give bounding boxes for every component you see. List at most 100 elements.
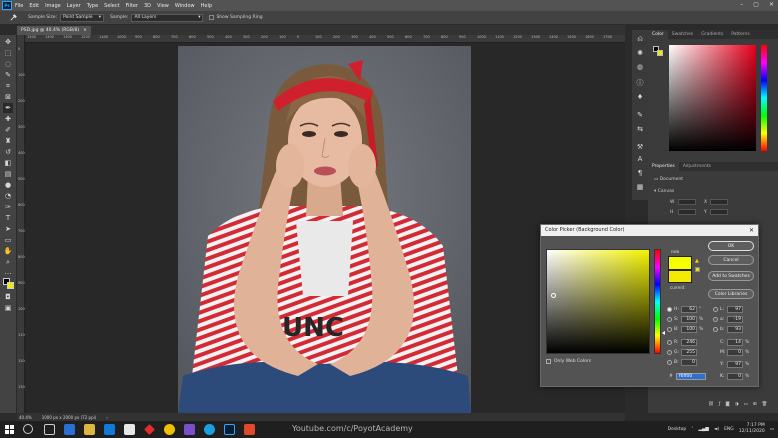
history-panel-icon[interactable]: ⎌ bbox=[635, 34, 645, 44]
menu-filter[interactable]: Filter bbox=[126, 3, 138, 9]
panel-background-swatch[interactable] bbox=[657, 50, 663, 56]
hue-slider[interactable] bbox=[654, 249, 661, 354]
green-radio[interactable] bbox=[667, 350, 672, 355]
gradient-tool-icon[interactable]: ▤ bbox=[3, 169, 13, 179]
menu-type[interactable]: Type bbox=[87, 3, 98, 9]
quick-select-tool-icon[interactable]: ✎ bbox=[3, 70, 13, 80]
lab-a-radio[interactable] bbox=[713, 317, 718, 322]
glyphs-panel-icon[interactable]: ▦ bbox=[635, 182, 645, 192]
eyedropper-tool-icon[interactable]: ✒ bbox=[3, 103, 13, 113]
tab-patterns[interactable]: Patterns bbox=[727, 30, 754, 39]
status-arrow-icon[interactable]: › bbox=[106, 415, 108, 420]
lab-a-input[interactable]: -19 bbox=[727, 316, 743, 323]
healing-brush-tool-icon[interactable]: ✚ bbox=[3, 114, 13, 124]
background-color-swatch[interactable] bbox=[7, 282, 14, 289]
menu-image[interactable]: Image bbox=[45, 3, 61, 9]
pen-tool-icon[interactable]: ✑ bbox=[3, 202, 13, 212]
red-input[interactable]: 246 bbox=[681, 339, 697, 346]
paragraph-panel-icon[interactable]: ¶ bbox=[635, 168, 645, 178]
tab-swatches[interactable]: Swatches bbox=[668, 30, 698, 39]
windows-start-icon[interactable] bbox=[4, 424, 15, 435]
photoshop-taskbar-icon[interactable] bbox=[224, 424, 235, 435]
cyan-input[interactable]: 14 bbox=[727, 339, 743, 346]
fx-icon[interactable]: ƒ bbox=[719, 402, 721, 407]
close-icon[interactable]: × bbox=[83, 28, 87, 33]
menu-file[interactable]: File bbox=[15, 3, 23, 9]
chevron-up-icon[interactable]: ˄ bbox=[691, 427, 693, 432]
saturation-brightness-field[interactable] bbox=[546, 249, 650, 354]
ok-button[interactable]: OK bbox=[708, 241, 754, 251]
volume-icon[interactable]: ◄) bbox=[714, 427, 719, 432]
rectangle-tool-icon[interactable]: ▭ bbox=[3, 235, 13, 245]
adjustment-icon[interactable]: ◑ bbox=[735, 402, 739, 407]
clock[interactable]: 7:17 PM 12/11/2020 bbox=[739, 423, 765, 435]
color-field-cursor[interactable] bbox=[551, 293, 556, 298]
add-to-swatches-button[interactable]: Add to Swatches bbox=[708, 271, 754, 281]
chrome-taskbar-icon[interactable] bbox=[164, 424, 175, 435]
lab-l-input[interactable]: 97 bbox=[727, 306, 743, 313]
saturation-radio[interactable] bbox=[667, 317, 672, 322]
color-panel-field[interactable] bbox=[669, 45, 756, 151]
eraser-tool-icon[interactable]: ◧ bbox=[3, 158, 13, 168]
app-taskbar-icon[interactable] bbox=[144, 424, 155, 435]
tool-presets-icon[interactable]: ⚒ bbox=[635, 142, 645, 152]
red-radio[interactable] bbox=[667, 340, 672, 345]
screen-mode-icon[interactable]: ▣ bbox=[3, 303, 13, 313]
canvas-width-field[interactable] bbox=[678, 199, 696, 205]
language-indicator[interactable]: ENG bbox=[724, 427, 734, 432]
yellow-input[interactable]: 97 bbox=[727, 361, 743, 368]
mail-taskbar-icon[interactable] bbox=[104, 424, 115, 435]
document-tab[interactable]: PSD.jpg @ 40.4% (RGB/8) × bbox=[17, 26, 91, 35]
clone-source-icon[interactable]: ⇆ bbox=[635, 124, 645, 134]
new-layer-icon[interactable]: ⊞ bbox=[753, 402, 757, 407]
brightness-radio[interactable] bbox=[667, 327, 672, 332]
current-color-swatch[interactable] bbox=[668, 270, 692, 283]
color-libraries-button[interactable]: Color Libraries bbox=[708, 289, 754, 299]
canvas-height-field[interactable] bbox=[678, 209, 696, 215]
black-input[interactable]: 0 bbox=[727, 373, 743, 380]
app2-taskbar-icon[interactable] bbox=[184, 424, 195, 435]
blur-tool-icon[interactable]: ● bbox=[3, 180, 13, 190]
close-icon[interactable]: ✕ bbox=[749, 225, 754, 236]
tab-adjustments[interactable]: Adjustments bbox=[679, 162, 715, 171]
swatches-panel-icon[interactable]: ✺ bbox=[635, 48, 645, 58]
document-image[interactable]: UNC bbox=[178, 46, 471, 413]
cancel-button[interactable]: Cancel bbox=[708, 255, 754, 265]
hue-radio[interactable] bbox=[667, 307, 672, 312]
network-icon[interactable]: ▂▄▆ bbox=[698, 427, 708, 432]
history-brush-tool-icon[interactable]: ↺ bbox=[3, 147, 13, 157]
hex-input[interactable]: f6ff00 bbox=[676, 373, 706, 380]
saturation-input[interactable]: 100 bbox=[681, 316, 697, 323]
info-panel-icon[interactable]: ⓘ bbox=[635, 78, 645, 88]
store-taskbar-icon[interactable] bbox=[124, 424, 135, 435]
type-tool-icon[interactable]: T bbox=[3, 213, 13, 223]
brush-tool-icon[interactable]: ✐ bbox=[3, 125, 13, 135]
menu-edit[interactable]: Edit bbox=[29, 3, 39, 9]
trash-icon[interactable]: 🗑 bbox=[762, 402, 768, 407]
clone-stamp-tool-icon[interactable]: ♜ bbox=[3, 136, 13, 146]
hue-slider-handle[interactable] bbox=[662, 331, 665, 335]
eyedropper-icon[interactable] bbox=[4, 13, 22, 23]
tab-gradients[interactable]: Gradients bbox=[697, 30, 727, 39]
color-panel-hue-slider[interactable] bbox=[761, 45, 767, 151]
folder-icon[interactable]: ▭ bbox=[744, 402, 748, 407]
link-icon[interactable]: ⛓ bbox=[708, 402, 714, 407]
more-tools-icon[interactable]: … bbox=[3, 267, 13, 277]
maximize-button[interactable]: ▢ bbox=[753, 1, 759, 8]
lab-l-radio[interactable] bbox=[713, 307, 718, 312]
tab-properties[interactable]: Properties bbox=[648, 162, 679, 171]
menu-select[interactable]: Select bbox=[104, 3, 119, 9]
green-input[interactable]: 255 bbox=[681, 349, 697, 356]
sample-select[interactable]: All Layers ▾ bbox=[131, 13, 204, 22]
menu-help[interactable]: Help bbox=[201, 3, 212, 9]
edge-new-taskbar-icon[interactable] bbox=[204, 424, 215, 435]
hue-input[interactable]: 62 bbox=[681, 306, 697, 313]
character-panel-icon[interactable]: A bbox=[635, 154, 645, 164]
canvas-x-field[interactable] bbox=[710, 199, 728, 205]
show-sampling-ring-checkbox[interactable] bbox=[209, 15, 215, 20]
marquee-tool-icon[interactable]: ⬚ bbox=[3, 48, 13, 58]
blue-input[interactable]: 0 bbox=[681, 359, 697, 366]
app3-taskbar-icon[interactable] bbox=[244, 424, 255, 435]
crop-tool-icon[interactable]: ⌗ bbox=[3, 81, 13, 91]
path-selection-tool-icon[interactable]: ➤ bbox=[3, 224, 13, 234]
